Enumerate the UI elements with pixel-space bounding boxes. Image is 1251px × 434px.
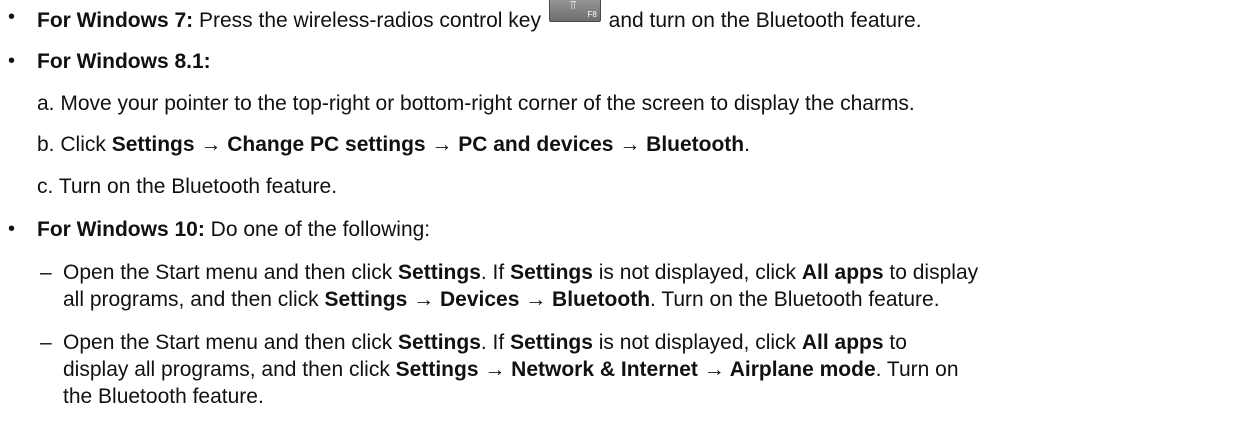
bullet-point: • — [8, 6, 16, 28]
windows7-instruction: For Windows 7: Press the wireless-radios… — [37, 0, 922, 34]
windows10-label: For Windows 10: — [37, 218, 205, 241]
step-marker: b. — [37, 133, 55, 156]
windows7-label: For Windows 7: — [37, 9, 194, 32]
option-text: . If — [480, 331, 505, 354]
windows10-text: Do one of the following: — [210, 218, 431, 241]
step-text: Move your pointer to the top-right or bo… — [60, 92, 915, 115]
option-text: display all programs, and then click — [63, 358, 390, 381]
settings-path: Settings → Change PC settings → PC and d… — [111, 133, 745, 156]
option-text: . Turn on — [875, 358, 959, 381]
bullet-point: • — [8, 50, 16, 72]
settings-path: Settings → Devices → Bluetooth — [324, 288, 651, 311]
windows10-option2-line3: the Bluetooth feature. — [63, 383, 264, 410]
step-period: . — [744, 133, 750, 156]
option-text: Open the Start menu and then click — [63, 261, 393, 284]
all-apps-label: All apps — [801, 331, 884, 354]
option-text: is not displayed, click — [598, 331, 797, 354]
step-marker: a. — [37, 92, 55, 115]
option-text: to display — [889, 261, 979, 284]
step-text: Click — [60, 133, 106, 156]
document-page: • For Windows 7: Press the wireless-radi… — [0, 0, 1251, 434]
settings-path: Settings → Network & Internet → Airplane… — [395, 358, 876, 381]
dash-marker: – — [40, 331, 52, 354]
windows10-option1-line1: Open the Start menu and then click Setti… — [63, 259, 978, 286]
dash-marker: – — [40, 261, 52, 284]
windows7-text-end: and turn on the Bluetooth feature. — [608, 9, 922, 32]
option-text: . If — [480, 261, 505, 284]
windows10-option2-line2: display all programs, and then click Set… — [63, 356, 959, 383]
option-text: Open the Start menu and then click — [63, 331, 393, 354]
settings-label: Settings — [510, 261, 593, 284]
option-text: . Turn on the Bluetooth feature. — [650, 288, 940, 311]
windows10-option1-line2: all programs, and then click Settings → … — [63, 286, 940, 313]
windows81-step-b: b. Click Settings → Change PC settings →… — [37, 131, 750, 158]
windows81-step-a: a. Move your pointer to the top-right or… — [37, 90, 915, 117]
windows10-option2-line1: Open the Start menu and then click Setti… — [63, 329, 907, 356]
settings-label: Settings — [398, 331, 481, 354]
windows81-step-c: c. Turn on the Bluetooth feature. — [37, 173, 337, 200]
windows81-heading: For Windows 8.1: — [37, 48, 211, 75]
settings-label: Settings — [398, 261, 481, 284]
option-text: is not displayed, click — [598, 261, 797, 284]
windows10-heading: For Windows 10: Do one of the following: — [37, 216, 430, 243]
windows7-text: Press the wireless-radios control key — [198, 9, 541, 32]
step-marker: c. — [37, 175, 54, 198]
settings-label: Settings — [510, 331, 593, 354]
option-text: all programs, and then click — [63, 288, 319, 311]
f8-key: ⫪ F8 — [548, 0, 601, 22]
wireless-antenna-icon: ⫪ — [569, 0, 577, 12]
option-text: to — [889, 331, 907, 354]
windows81-label: For Windows 8.1: — [37, 50, 211, 73]
option-text: the Bluetooth feature. — [63, 385, 264, 408]
f8-key-label: F8 — [587, 10, 597, 19]
all-apps-label: All apps — [801, 261, 884, 284]
bullet-point: • — [8, 218, 16, 240]
step-text: Turn on the Bluetooth feature. — [58, 175, 338, 198]
